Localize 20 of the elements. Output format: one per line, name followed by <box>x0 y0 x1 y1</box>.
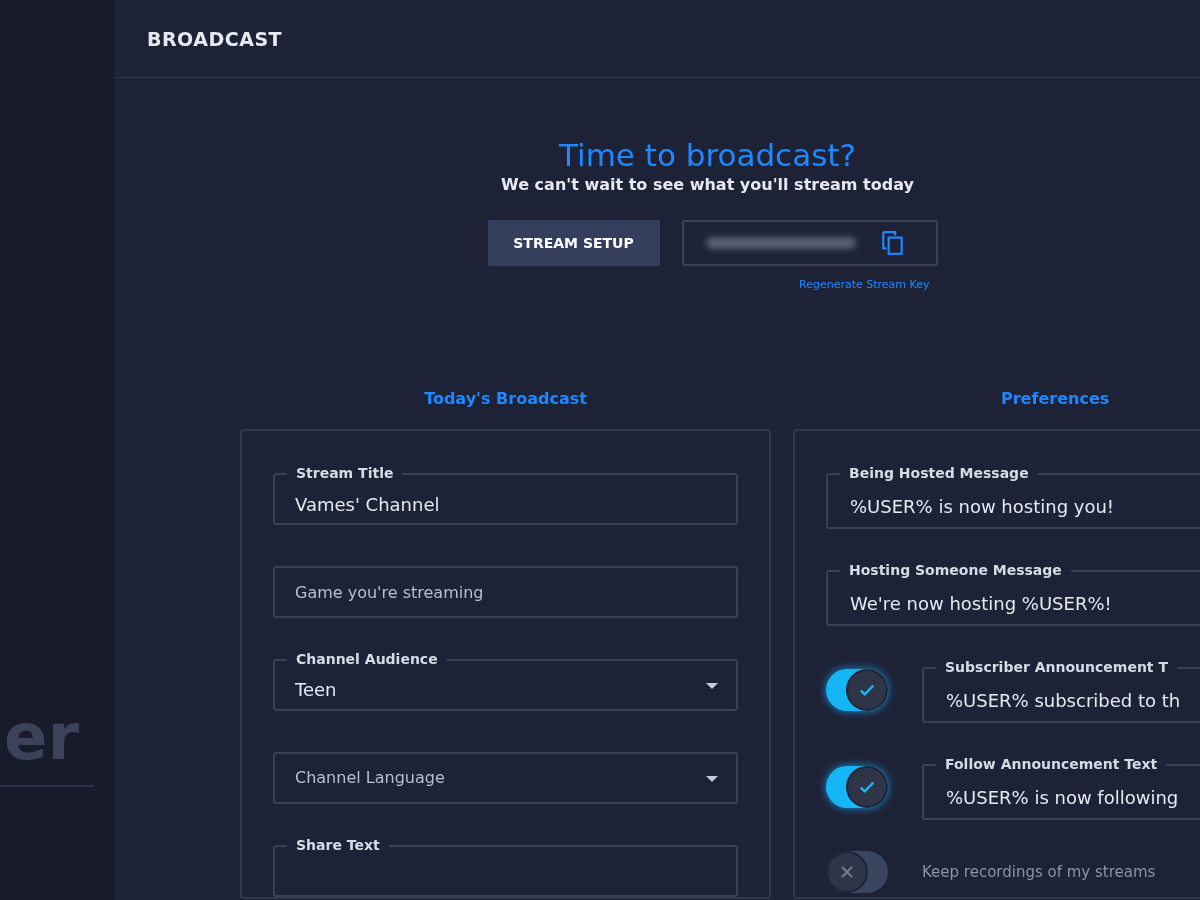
toggle-switch[interactable] <box>826 851 888 893</box>
input-field[interactable]: Stream Title Vames' Channel <box>273 463 738 526</box>
stream-setup-button[interactable]: STREAM SETUP <box>487 220 660 266</box>
hero-subtitle: We can't wait to see what you'll stream today <box>501 175 914 194</box>
dropdown-field[interactable]: Channel Audience Teen <box>273 648 738 712</box>
caret-icon <box>706 776 718 783</box>
caret-icon <box>706 682 718 689</box>
section-heading: Today's Broadcast <box>424 389 587 409</box>
regenerate-key-link[interactable]: Regenerate Stream Key <box>799 278 930 291</box>
section-heading: Preferences <box>1001 389 1110 409</box>
toggle-label: Keep recordings of my streams <box>922 863 1156 881</box>
hero-title: Time to broadcast? <box>559 136 856 175</box>
dropdown-field[interactable]: Channel Language <box>273 742 738 804</box>
page-title: BROADCAST <box>147 27 283 50</box>
copy-icon[interactable] <box>879 229 906 257</box>
toggle-switch[interactable] <box>826 766 888 808</box>
stream-key-field[interactable] <box>681 220 938 266</box>
input-field[interactable]: Game you're streaming <box>273 556 738 618</box>
input-field[interactable]: Share Text <box>273 834 738 897</box>
toggle-switch[interactable] <box>826 669 888 711</box>
